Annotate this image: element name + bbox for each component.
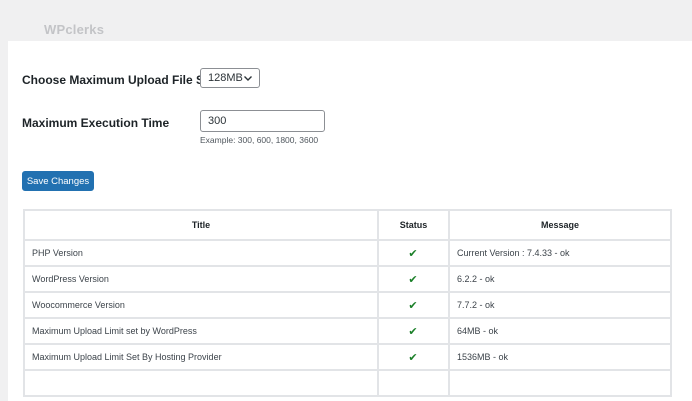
chevron-down-icon xyxy=(244,76,252,81)
upload-size-select[interactable]: 128MB xyxy=(200,68,260,88)
table-header-row: Title Status Message xyxy=(23,209,672,241)
execution-time-input[interactable]: 300 xyxy=(200,110,325,132)
row-status: ✔ xyxy=(377,265,450,293)
check-icon: ✔ xyxy=(408,247,418,260)
table-row: PHP Version ✔ Current Version : 7.4.33 - o… xyxy=(23,239,672,267)
execution-time-label: Maximum Execution Time xyxy=(22,116,170,130)
row-message: 1536MB - ok xyxy=(448,343,672,371)
upload-size-value: 128MB xyxy=(208,72,243,84)
table-row xyxy=(23,369,672,397)
check-icon: ✔ xyxy=(408,273,418,286)
row-message: 6.2.2 - ok xyxy=(448,265,672,293)
row-status: ✔ xyxy=(377,239,450,267)
check-icon: ✔ xyxy=(408,299,418,312)
settings-panel: Choose Maximum Upload File Size 128MB Ma… xyxy=(8,41,692,401)
row-title: PHP Version xyxy=(23,239,379,267)
check-icon: ✔ xyxy=(408,351,418,364)
check-icon: ✔ xyxy=(408,325,418,338)
row-message: Current Version : 7.4.33 - ok xyxy=(448,239,672,267)
column-header-title: Title xyxy=(23,209,379,241)
column-header-message: Message xyxy=(448,209,672,241)
execution-time-value: 300 xyxy=(208,115,227,127)
row-title: WordPress Version xyxy=(23,265,379,293)
execution-time-hint: Example: 300, 600, 1800, 3600 xyxy=(200,135,319,145)
save-changes-button[interactable]: Save Changes xyxy=(22,171,94,191)
row-title: Woocommerce Version xyxy=(23,291,379,319)
table-row: Woocommerce Version ✔ 7.7.2 - ok xyxy=(23,291,672,319)
upload-size-label: Choose Maximum Upload File Size xyxy=(22,73,221,87)
row-status: ✔ xyxy=(377,291,450,319)
row-title xyxy=(23,369,379,397)
row-message: 64MB - ok xyxy=(448,317,672,345)
row-title: Maximum Upload Limit set by WordPress xyxy=(23,317,379,345)
row-message xyxy=(448,369,672,397)
row-status: ✔ xyxy=(377,317,450,345)
table-row: Maximum Upload Limit set by WordPress ✔ 64… xyxy=(23,317,672,345)
row-message: 7.7.2 - ok xyxy=(448,291,672,319)
brand-logo-suffix: clerks xyxy=(65,22,105,37)
table-row: WordPress Version ✔ 6.2.2 - ok xyxy=(23,265,672,293)
table-row: Maximum Upload Limit Set By Hosting Prov… xyxy=(23,343,672,371)
column-header-status: Status xyxy=(377,209,450,241)
row-status: ✔ xyxy=(377,343,450,371)
brand-logo: WPclerks xyxy=(44,22,104,37)
row-title: Maximum Upload Limit Set By Hosting Prov… xyxy=(23,343,379,371)
status-table: Title Status Message PHP Version ✔ Current… xyxy=(23,209,672,397)
brand-logo-prefix: WP xyxy=(44,22,66,37)
row-status xyxy=(377,369,450,397)
